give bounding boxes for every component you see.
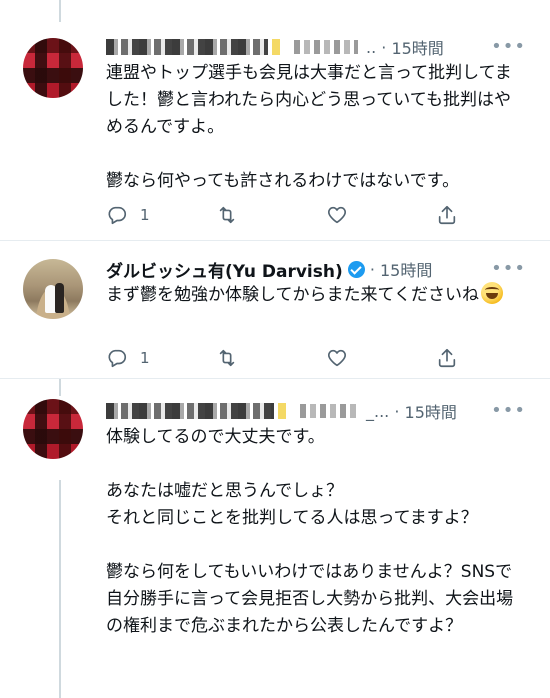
retweet-button[interactable] [216, 204, 238, 226]
reply-button[interactable]: 1 [106, 347, 150, 369]
reply-icon [108, 206, 127, 225]
tweet-header: ダルビッシュ有(Yu Darvish) · 15時間 [106, 256, 432, 282]
tweet-text: 体験してるので大丈夫です。 あなたは嘘だと思うんでしょ？ それと同じことを批判し… [106, 424, 526, 640]
avatar-figure [55, 283, 64, 313]
heart-icon [328, 206, 346, 224]
redacted-handle[interactable] [294, 40, 358, 54]
retweet-icon [219, 349, 235, 367]
like-button[interactable] [326, 347, 348, 369]
tweet-paragraph: 体験してるので大丈夫です。 [106, 427, 325, 447]
reply-icon [108, 349, 127, 368]
redacted-display-name[interactable] [106, 39, 268, 55]
timestamp[interactable]: 15時間 [391, 35, 443, 59]
redacted-display-name[interactable] [106, 403, 274, 419]
timestamp[interactable]: 15時間 [405, 399, 457, 423]
grinning-face-emoji-icon [480, 282, 503, 304]
redacted-handle[interactable] [300, 404, 358, 418]
tweet-header: .. · 15時間 [106, 34, 444, 60]
timestamp-separator: · [364, 259, 380, 279]
share-icon [438, 348, 456, 368]
tweet-paragraph: あなたは嘘だと思うんでしょ？ それと同じことを批判してる人は思ってますよ？ [106, 481, 478, 528]
timestamp-separator: · [389, 401, 405, 421]
like-button[interactable] [326, 204, 348, 226]
tweet-header: _... · 15時間 [106, 398, 457, 424]
tweet-paragraph: 鬱なら何やっても許されるわけではないです。 [106, 171, 460, 191]
reply-button[interactable]: 1 [106, 204, 150, 226]
more-icon[interactable]: ••• [491, 36, 526, 57]
verified-badge-icon [347, 260, 365, 278]
handle-ellipsis: .. [366, 37, 377, 57]
tweet-text: 連盟やトップ選手も会見は大事だと言って批判してました！鬱と言われたら内心どう思っ… [106, 60, 526, 195]
tweet-actions: 1 [106, 345, 466, 371]
tweet-paragraph: 鬱なら何をしてもいいわけではありませんよ？SNSで自分勝手に言って会見拒否し大勢… [106, 562, 514, 636]
tweet-3[interactable]: _... · 15時間 ••• 体験してるので大丈夫です。 あなたは嘘だと思うん… [0, 379, 550, 698]
avatar[interactable] [23, 259, 83, 319]
share-button[interactable] [436, 347, 458, 369]
tweet-actions: 1 [106, 202, 466, 228]
tweet-text-main: まず鬱を勉強か体験してからまた来てください [106, 285, 462, 305]
more-icon[interactable]: ••• [491, 400, 526, 421]
redacted-name-mark [272, 39, 280, 55]
timestamp[interactable]: 15時間 [380, 257, 432, 281]
tweet-1[interactable]: .. · 15時間 ••• 連盟やトップ選手も会見は大事だと言って批判してました… [0, 0, 550, 240]
author-name[interactable]: ダルビッシュ有(Yu Darvish) [106, 257, 343, 282]
timestamp-separator: · [376, 37, 392, 57]
share-button[interactable] [436, 204, 458, 226]
retweet-button[interactable] [216, 347, 238, 369]
handle-ellipsis: _... [366, 401, 390, 421]
more-icon[interactable]: ••• [491, 258, 526, 279]
tweet-paragraph: まず鬱を勉強か体験してからまた来てくださいね [106, 282, 526, 309]
heart-icon [328, 349, 346, 367]
redacted-name-mark [278, 403, 286, 419]
tweet-text: まず鬱を勉強か体験してからまた来てくださいね [106, 282, 526, 309]
tweet-2[interactable]: ダルビッシュ有(Yu Darvish) · 15時間 ••• まず鬱を勉強か体験… [0, 241, 550, 378]
reply-count: 1 [140, 206, 150, 224]
avatar[interactable] [23, 399, 83, 459]
tweet-text-tail: ね [461, 285, 479, 305]
reply-count: 1 [140, 349, 150, 367]
retweet-icon [219, 206, 235, 224]
share-icon [438, 205, 456, 225]
avatar[interactable] [23, 38, 83, 98]
tweet-paragraph: 連盟やトップ選手も会見は大事だと言って批判してました！鬱と言われたら内心どう思っ… [106, 63, 512, 137]
